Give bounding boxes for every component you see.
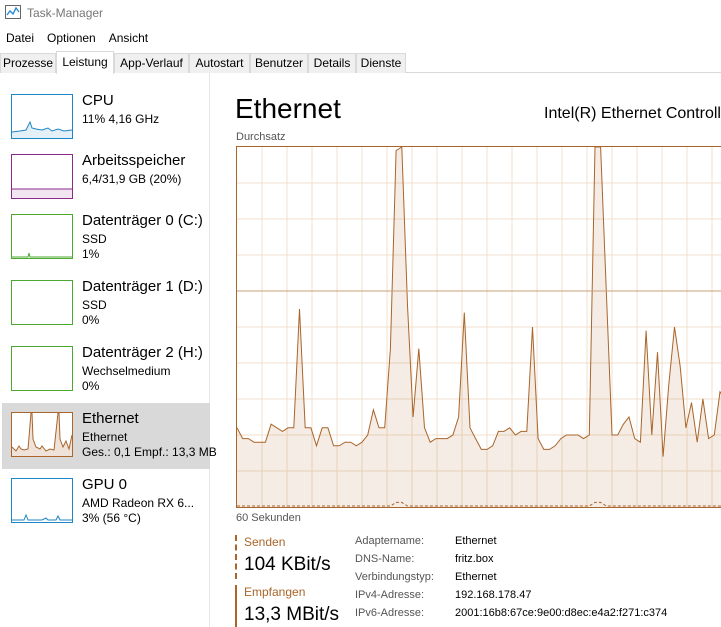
sidebar-item-detail: SSD — [82, 298, 107, 312]
send-label: Senden — [244, 535, 286, 549]
detail-value: Ethernet — [455, 535, 497, 547]
menu-datei[interactable]: Datei — [0, 29, 41, 47]
task-manager-icon — [5, 5, 21, 19]
tab-leistung[interactable]: Leistung — [56, 51, 114, 74]
sidebar-item-label: GPU 0 — [82, 476, 128, 493]
tab-app-verlauf[interactable]: App-Verlauf — [114, 53, 189, 73]
sidebar-item-label: Datenträger 0 (C:) — [82, 212, 203, 229]
detail-label: Verbindungstyp: — [355, 571, 434, 583]
sidebar-item-datentraeger-0[interactable]: Datenträger 0 (C:) SSD 1% — [2, 205, 210, 271]
sidebar-item-gpu-0[interactable]: GPU 0 AMD Radeon RX 6... 3% (56 °C) — [2, 469, 210, 535]
receive-value: 13,3 MBit/s — [244, 604, 340, 625]
receive-indicator — [235, 585, 238, 627]
tab-details[interactable]: Details — [308, 53, 356, 73]
ethernet-thumbnail — [11, 412, 73, 457]
sidebar-item-ethernet[interactable]: Ethernet Ethernet Ges.: 0,1 Empf.: 13,3 … — [2, 403, 217, 469]
adapter-name: Intel(R) Ethernet Controlle — [544, 105, 721, 122]
sidebar-item-datentraeger-2[interactable]: Datenträger 2 (H:) Wechselmedium 0% — [2, 337, 210, 403]
menu-optionen[interactable]: Optionen — [41, 29, 103, 47]
page-title: Ethernet — [235, 93, 341, 124]
sidebar-item-usage: Ges.: 0,1 Empf.: 13,3 MB — [82, 445, 217, 459]
sidebar-item-detail: Ethernet — [82, 430, 128, 444]
tab-benutzer[interactable]: Benutzer — [250, 53, 308, 73]
sidebar-item-datentraeger-1[interactable]: Datenträger 1 (D:) SSD 0% — [2, 271, 210, 337]
tab-dienste[interactable]: Dienste — [356, 53, 406, 73]
tab-autostart[interactable]: Autostart — [189, 53, 250, 73]
sidebar-item-label: Ethernet — [82, 410, 139, 427]
title-bar: Task-Manager — [0, 0, 721, 26]
time-axis-label: 60 Sekunden — [236, 512, 301, 524]
throughput-chart — [237, 147, 721, 507]
sidebar-item-label: CPU — [82, 92, 114, 109]
disk2-thumbnail — [11, 346, 73, 391]
detail-label: IPv6-Adresse: — [355, 607, 425, 619]
sidebar-item-detail: 11% 4,16 GHz — [82, 112, 160, 126]
tab-bar: Prozesse Leistung App-Verlauf Autostart … — [0, 51, 721, 74]
detail-value: Ethernet — [455, 571, 497, 583]
detail-value: 192.168.178.47 — [455, 589, 532, 601]
sidebar-item-detail: Wechselmedium — [82, 364, 171, 378]
sidebar-item-usage: 0% — [82, 313, 100, 327]
sidebar-item-usage: 1% — [82, 247, 100, 261]
disk0-thumbnail — [11, 214, 73, 259]
resource-list: CPU 11% 4,16 GHz Arbeitsspeicher 6,4/31,… — [0, 73, 217, 627]
sidebar-item-label: Datenträger 2 (H:) — [82, 344, 203, 361]
memory-thumbnail — [11, 154, 73, 199]
sidebar-item-cpu[interactable]: CPU 11% 4,16 GHz — [2, 85, 210, 151]
menu-bar: Datei Optionen Ansicht — [0, 29, 155, 47]
tab-prozesse[interactable]: Prozesse — [0, 53, 56, 73]
performance-detail-pane: Ethernet Intel(R) Ethernet Controlle Dur… — [211, 73, 721, 627]
send-indicator — [235, 535, 238, 579]
disk1-thumbnail — [11, 280, 73, 325]
detail-label: DNS-Name: — [355, 553, 415, 565]
sidebar-item-detail: AMD Radeon RX 6... — [82, 496, 195, 510]
sidebar-item-usage: 0% — [82, 379, 100, 393]
gpu-thumbnail — [11, 478, 73, 523]
cpu-thumbnail — [11, 94, 73, 139]
sidebar-item-label: Arbeitsspeicher — [82, 152, 186, 169]
receive-label: Empfangen — [244, 585, 306, 599]
sidebar-item-usage: 3% (56 °C) — [82, 511, 141, 525]
sidebar-item-detail: SSD — [82, 232, 107, 246]
graph-label: Durchsatz — [236, 131, 286, 143]
detail-label: IPv4-Adresse: — [355, 589, 425, 601]
menu-ansicht[interactable]: Ansicht — [103, 29, 155, 47]
detail-value: 2001:16b8:67ce:9e00:d8ec:e4a2:f271:c374 — [455, 607, 668, 619]
throughput-graph — [236, 146, 721, 508]
sidebar-item-detail: 6,4/31,9 GB (20%) — [82, 172, 182, 186]
sidebar-item-arbeitsspeicher[interactable]: Arbeitsspeicher 6,4/31,9 GB (20%) — [2, 145, 210, 211]
send-value: 104 KBit/s — [244, 554, 331, 575]
detail-value: fritz.box — [455, 553, 494, 565]
sidebar-item-label: Datenträger 1 (D:) — [82, 278, 203, 295]
detail-label: Adaptername: — [355, 535, 425, 547]
window-title: Task-Manager — [27, 6, 104, 20]
